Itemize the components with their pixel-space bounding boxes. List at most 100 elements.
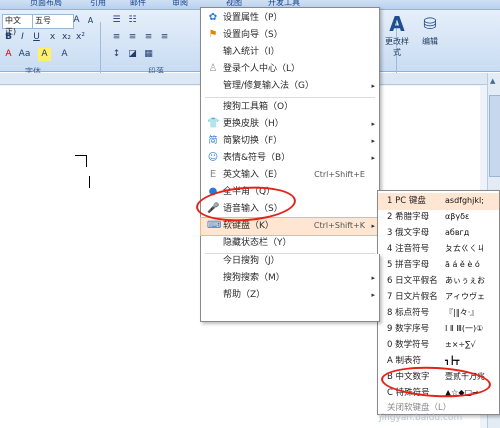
submenu-item-preview: αβγδε [445,212,470,221]
margin-mark [86,155,87,167]
line-spacing-icon[interactable]: ↕ [110,48,123,61]
submenu-item-greek[interactable]: 2 希腊字母 αβγδε [378,209,499,226]
border-icon[interactable]: ▦ [142,48,155,61]
menu-item-label: 软键盘（K） [223,221,274,231]
submenu-item-pinyin[interactable]: 5 拼音字母 ā á ě è ó [378,257,499,274]
submenu-item-label: 0 数学符号 [387,340,430,350]
menu-item-help[interactable]: 帮助（Z） ▸ [201,287,379,304]
submenu-item-label: A 制表符 [387,356,422,366]
tab-review[interactable]: 审阅 [172,0,188,8]
font-name-box[interactable]: 中文正) [2,14,34,36]
menu-item-login[interactable]: ♙ 登录个人中心（L） [201,61,379,78]
scroll-up-icon[interactable]: ▲ [490,77,495,85]
justify-icon[interactable]: ≡ [158,31,171,44]
font-color-icon[interactable]: A [2,48,15,61]
change-styles-icon: A [389,12,405,36]
submenu-item-label: 2 希腊字母 [387,212,430,222]
watermark: Jingyan.baidu.com [379,413,463,423]
char-border-icon[interactable]: A [58,48,71,61]
submenu-item-label: 7 日文片假名 [387,292,438,302]
font-size-box[interactable]: 五号 [32,14,74,29]
menu-item-toolbox[interactable]: 搜狗工具箱（O） [201,99,379,116]
text-cursor [89,176,90,188]
submenu-item-zhuyin[interactable]: 4 注音符号 ㄆㄊㄍㄑㄐ [378,241,499,258]
submenu-item-preview: アィウヴェ [445,292,485,301]
subscript-icon[interactable]: x₂ [60,31,73,44]
submenu-item-number-ordinals[interactable]: 9 数字序号 Ⅰ Ⅱ Ⅲ(一)① [378,321,499,338]
chevron-right-icon: ▸ [371,120,375,128]
shading-icon[interactable]: ◪ [126,48,139,61]
menu-item-label: 简繁切换（F） [223,136,283,146]
chevron-right-icon: ▸ [371,137,375,145]
shrink-font-icon[interactable]: A [84,14,97,27]
submenu-item-preview: ±×÷∑√ [445,340,476,349]
submenu-item-preview: asdfghjkl; [445,196,484,205]
highlight-icon[interactable]: A [38,48,51,61]
menu-item-today-sogou[interactable]: 今日搜狗（J） [201,253,379,270]
submenu-item-preview: ㄆㄊㄍㄑㄐ [445,244,485,253]
submenu-item-preview: ┓┣┳ [445,356,460,365]
tab-page-layout[interactable]: 页面布局 [30,0,62,8]
menu-item-wizard[interactable]: ⚑ 设置向导（S） [201,27,379,44]
align-right-icon[interactable]: ≡ [142,31,155,44]
simplified-icon: 简 [208,136,218,146]
menu-item-sogou-search[interactable]: 搜狗搜索（M） ▸ [201,270,379,287]
menu-item-manage[interactable]: 管理/修复输入法（G） ▸ [201,78,379,95]
strikethrough-icon[interactable]: x [46,31,59,44]
submenu-item-katakana[interactable]: 7 日文片假名 アィウヴェ [378,289,499,306]
numbering-icon[interactable]: ☷ [126,14,139,27]
shirt-icon: 👕 [207,118,220,129]
change-styles-label: 更改样式 [385,37,409,57]
menu-item-label: 登录个人中心（L） [223,64,301,74]
submenu-item-label: 3 俄文字母 [387,228,430,238]
user-icon: ♙ [208,63,218,74]
menu-item-simplified-traditional[interactable]: 简简繁切换（F） ▸ [201,133,379,150]
submenu-item-russian[interactable]: 3 俄文字母 абвгд [378,225,499,242]
keyboard-icon: ⌨ [207,220,222,231]
menu-item-hide-status-bar[interactable]: 隐藏状态栏（Y） [201,235,379,252]
bullets-icon[interactable]: ☰ [110,14,123,27]
margin-mark [75,155,87,156]
tab-references[interactable]: 引用 [90,0,106,8]
menu-item-settings[interactable]: ✿ 设置属性（P） [201,10,379,27]
grow-font-icon[interactable]: A [70,14,83,27]
menu-item-skin[interactable]: 👕 更换皮肤（H） ▸ [201,116,379,133]
submenu-item-preview: ā á ě è ó [445,260,480,269]
edit-button[interactable]: ⛁ 编辑 [416,12,444,47]
submenu-item-preview: 『|‖々·』 [445,308,479,317]
flag-icon: ⚑ [208,29,218,40]
submenu-item-preview: абвгд [445,228,470,237]
superscript-icon[interactable]: x² [74,31,87,44]
letter-e-icon: E [209,169,217,180]
change-styles-button[interactable]: A 更改样式 [382,12,412,58]
align-center-icon[interactable]: ≡ [126,31,139,44]
bold-icon[interactable]: B [2,31,15,44]
edit-label: 编辑 [422,37,438,46]
chevron-right-icon: ▸ [371,222,375,230]
align-left-icon[interactable]: ≡ [110,31,123,44]
menu-item-label: 搜狗工具箱（O） [223,102,294,112]
submenu-item-label: 5 拼音字母 [387,260,430,270]
scrollbar-thumb[interactable] [489,95,500,177]
menu-item-label: 管理/修复输入法（G） [223,81,315,91]
chevron-right-icon: ▸ [371,154,375,162]
submenu-item-pc-keyboard[interactable]: 1 PC 键盘 asdfghjkl; [378,193,499,210]
underline-icon[interactable]: U [30,31,43,44]
submenu-item-punctuation[interactable]: 8 标点符号 『|‖々·』 [378,305,499,322]
tab-mailings[interactable]: 邮件 [130,0,146,8]
menu-item-label: 设置属性（P） [223,13,283,23]
italic-icon[interactable]: I [16,31,29,44]
submenu-item-label: 1 PC 键盘 [387,196,426,206]
submenu-item-label: 4 注音符号 [387,244,430,254]
submenu-item-label: 9 数字序号 [387,324,430,334]
menu-item-input-stats[interactable]: 输入统计（I） [201,44,379,61]
chevron-right-icon: ▸ [371,274,375,282]
menu-item-english[interactable]: E 英文输入（E） Ctrl+Shift+E [201,167,379,184]
submenu-item-math[interactable]: 0 数学符号 ±×÷∑√ [378,337,499,354]
menu-item-emoji[interactable]: ☺ 表情&符号（B） ▸ [201,150,379,167]
change-case-icon[interactable]: Aa [18,48,31,61]
ribbon-group-separator [100,22,101,78]
chevron-right-icon: ▸ [371,82,375,90]
submenu-item-hiragana[interactable]: 6 日文平假名 あぃぅぇお [378,273,499,290]
menu-separator [205,97,375,98]
